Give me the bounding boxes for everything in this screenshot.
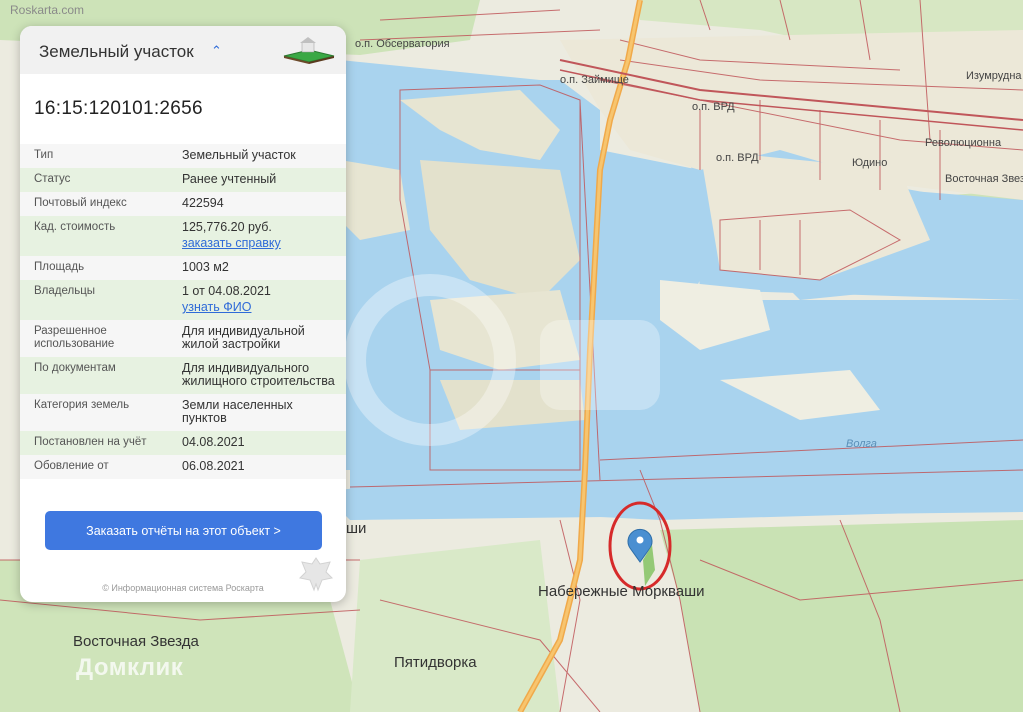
row-key-area: Площадь xyxy=(34,261,85,273)
map-label-zaimishche: о.п. Займище xyxy=(560,74,629,86)
order-certificate-link[interactable]: заказать справку xyxy=(182,237,338,250)
table-row: Разрешенное использование Для индивидуаль… xyxy=(20,320,346,357)
row-value-registered: 04.08.2021 xyxy=(182,435,245,449)
row-value-postcode: 422594 xyxy=(182,196,224,210)
row-value-owners: 1 от 04.08.2021 xyxy=(182,284,271,298)
row-value-by-documents: Для индивидуального жилищного строительс… xyxy=(182,361,335,388)
panel-header[interactable]: Земельный участок ⌃ xyxy=(20,26,346,74)
map-label-volga: Волга xyxy=(846,438,877,450)
table-row: По документам Для индивидуального жилищно… xyxy=(20,357,346,394)
row-value-land-category: Земли населенных пунктов xyxy=(182,398,293,425)
table-row: Обовление от 06.08.2021 xyxy=(20,455,346,479)
map-label-observatory: о.п. Обсерватория xyxy=(355,38,450,50)
row-value-cad-value: 125,776.20 руб. xyxy=(182,220,272,234)
table-row: Тип Земельный участок xyxy=(20,144,346,168)
map-label-vostochnaya-north: Восточная Звезд xyxy=(945,173,1023,185)
domklik-watermark: Домклик xyxy=(76,654,184,681)
panel-title: Земельный участок xyxy=(39,42,194,61)
row-value-updated: 06.08.2021 xyxy=(182,459,245,473)
parcel-info-panel: Земельный участок ⌃ 16:15:120101:2656 Ти… xyxy=(20,26,346,602)
row-value-area: 1003 м2 xyxy=(182,260,229,274)
row-key-by-documents: По документам xyxy=(34,362,116,374)
row-value-status: Ранее учтенный xyxy=(182,172,277,186)
row-key-cad-value: Кад. стоимость xyxy=(34,221,116,233)
map-label-naberezhnye-morkvashi: Набережные Моркваши xyxy=(538,583,705,600)
table-row: Площадь 1003 м2 xyxy=(20,256,346,280)
table-row: Категория земель Земли населенных пунктов xyxy=(20,394,346,431)
row-key-updated: Обовление от xyxy=(34,460,109,472)
table-row: Постановлен на учёт 04.08.2021 xyxy=(20,431,346,455)
row-key-permitted-use: Разрешенное использование xyxy=(34,325,115,350)
map-label-revolyutsionnaya: Революционна xyxy=(925,137,1002,149)
map-label-fragment: ши xyxy=(346,520,367,537)
map-label-vrd-2: о.п. ВРД xyxy=(716,152,759,164)
row-key-registered: Постановлен на учёт xyxy=(34,436,147,448)
panel-footer: © Информационная система Роскарта xyxy=(102,583,264,593)
row-value-permitted-use: Для индивидуальной жилой застройки xyxy=(182,324,305,351)
row-value-type: Земельный участок xyxy=(182,148,296,162)
parcel-details-table: Тип Земельный участок Статус Ранее учтенны… xyxy=(20,144,346,479)
chevron-up-icon[interactable]: ⌃ xyxy=(211,43,222,59)
find-owner-name-link[interactable]: узнать ФИО xyxy=(182,301,338,314)
table-row: Владельцы 1 от 04.08.2021 узнать ФИО xyxy=(20,280,346,320)
map-label-yudino: Юдино xyxy=(852,157,888,169)
map-label-vostochnaya-zvezda: Восточная Звезда xyxy=(73,633,199,650)
map-label-izumrudnaya: Изумрудна xyxy=(966,70,1022,82)
table-row: Кад. стоимость 125,776.20 руб. заказать сп… xyxy=(20,216,346,256)
row-key-type: Тип xyxy=(34,149,54,161)
map-label-pyatidvorka: Пятидворка xyxy=(394,654,477,671)
cadastral-number: 16:15:120101:2656 xyxy=(34,98,203,119)
row-key-owners: Владельцы xyxy=(34,285,96,297)
land-plot-icon xyxy=(283,37,335,64)
map-label-vrd-1: о.п. ВРД xyxy=(692,101,735,113)
site-watermark: Roskarta.com xyxy=(10,3,85,17)
row-key-postcode: Почтовый индекс xyxy=(34,197,127,209)
row-key-status: Статус xyxy=(34,173,71,185)
row-key-land-category: Категория земель xyxy=(34,399,130,411)
table-row: Почтовый индекс 422594 xyxy=(20,192,346,216)
order-reports-button[interactable]: Заказать отчёты на этот объект > xyxy=(45,511,322,550)
table-row: Статус Ранее учтенный xyxy=(20,168,346,192)
